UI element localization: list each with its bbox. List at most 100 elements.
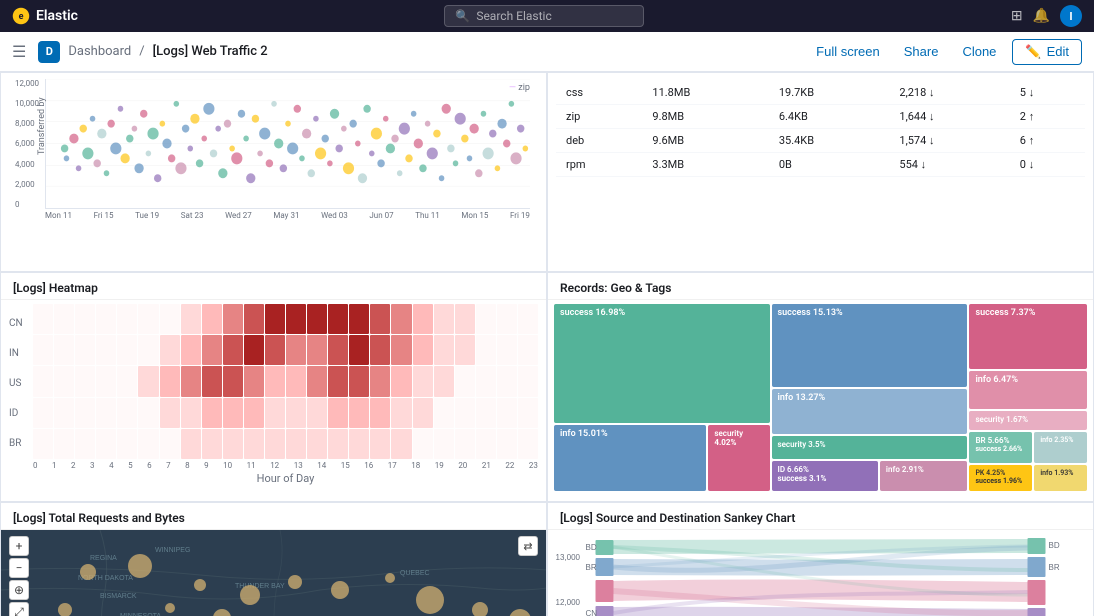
heatmap-cell[interactable]: [33, 304, 53, 334]
heatmap-cell[interactable]: [286, 335, 306, 365]
heatmap-cell[interactable]: [328, 304, 348, 334]
heatmap-cell[interactable]: [307, 304, 327, 334]
treemap-in-info[interactable]: info 13.27%: [772, 389, 968, 434]
heatmap-cell[interactable]: [434, 335, 454, 365]
heatmap-cell[interactable]: [328, 398, 348, 428]
heatmap-cell[interactable]: [33, 335, 53, 365]
heatmap-cell[interactable]: [286, 366, 306, 396]
heatmap-cell[interactable]: [33, 366, 53, 396]
heatmap-cell[interactable]: [223, 335, 243, 365]
heatmap-cell[interactable]: [96, 304, 116, 334]
heatmap-cell[interactable]: [244, 398, 264, 428]
heatmap-cell[interactable]: [455, 398, 475, 428]
heatmap-cell[interactable]: [476, 335, 496, 365]
heatmap-cell[interactable]: [265, 335, 285, 365]
map-fullscreen[interactable]: ⤢: [9, 602, 29, 616]
heatmap-cell[interactable]: [54, 429, 74, 459]
heatmap-cell[interactable]: [413, 429, 433, 459]
heatmap-cell[interactable]: [518, 429, 538, 459]
heatmap-cell[interactable]: [138, 398, 158, 428]
heatmap-cell[interactable]: [75, 304, 95, 334]
heatmap-cell[interactable]: [518, 398, 538, 428]
heatmap-cell[interactable]: [117, 366, 137, 396]
heatmap-cell[interactable]: [181, 335, 201, 365]
heatmap-cell[interactable]: [476, 304, 496, 334]
heatmap-cell[interactable]: [391, 398, 411, 428]
heatmap-cell[interactable]: [160, 304, 180, 334]
heatmap-cell[interactable]: [160, 398, 180, 428]
grid-icon[interactable]: ⊞: [1011, 8, 1023, 24]
heatmap-cell[interactable]: [223, 429, 243, 459]
heatmap-cell[interactable]: [265, 366, 285, 396]
treemap-us-success[interactable]: success 7.37%: [969, 304, 1087, 369]
heatmap-cell[interactable]: [138, 366, 158, 396]
heatmap-cell[interactable]: [96, 398, 116, 428]
treemap-us-security[interactable]: security 1.67%: [969, 411, 1087, 430]
heatmap-cell[interactable]: [160, 366, 180, 396]
heatmap-cell[interactable]: [244, 366, 264, 396]
treemap-id-success[interactable]: ID 6.66% success 3.1%: [772, 461, 878, 491]
heatmap-cell[interactable]: [307, 366, 327, 396]
heatmap-cell[interactable]: [181, 398, 201, 428]
heatmap-cell[interactable]: [307, 398, 327, 428]
heatmap-cell[interactable]: [202, 429, 222, 459]
heatmap-cell[interactable]: [476, 429, 496, 459]
heatmap-cell[interactable]: [265, 429, 285, 459]
treemap-br-success[interactable]: BR 5.66% success 2.66%: [969, 432, 1032, 462]
heatmap-cell[interactable]: [413, 335, 433, 365]
heatmap-cell[interactable]: [54, 366, 74, 396]
map-zoom-reset[interactable]: ⊕: [9, 580, 29, 600]
heatmap-cell[interactable]: [244, 304, 264, 334]
app-logo[interactable]: e Elastic: [12, 7, 78, 25]
heatmap-cell[interactable]: [75, 429, 95, 459]
heatmap-cell[interactable]: [117, 429, 137, 459]
clone-button[interactable]: Clone: [954, 40, 1004, 63]
heatmap-cell[interactable]: [328, 335, 348, 365]
heatmap-cell[interactable]: [138, 304, 158, 334]
heatmap-cell[interactable]: [497, 335, 517, 365]
heatmap-cell[interactable]: [160, 429, 180, 459]
heatmap-cell[interactable]: [117, 398, 137, 428]
heatmap-cell[interactable]: [518, 335, 538, 365]
heatmap-cell[interactable]: [434, 366, 454, 396]
heatmap-cell[interactable]: [202, 366, 222, 396]
heatmap-cell[interactable]: [455, 366, 475, 396]
heatmap-cell[interactable]: [413, 366, 433, 396]
map-zoom-out[interactable]: −: [9, 558, 29, 578]
heatmap-cell[interactable]: [202, 335, 222, 365]
heatmap-cell[interactable]: [223, 304, 243, 334]
heatmap-cell[interactable]: [33, 398, 53, 428]
treemap-in-success[interactable]: success 15.13%: [772, 304, 968, 387]
heatmap-cell[interactable]: [434, 398, 454, 428]
heatmap-cell[interactable]: [96, 335, 116, 365]
edit-button[interactable]: ✏️ Edit: [1012, 39, 1082, 65]
treemap-cn-info[interactable]: info 15.01%: [554, 425, 706, 491]
heatmap-cell[interactable]: [497, 398, 517, 428]
heatmap-cell[interactable]: [413, 398, 433, 428]
user-avatar[interactable]: I: [1060, 5, 1082, 27]
heatmap-cell[interactable]: [349, 398, 369, 428]
heatmap-cell[interactable]: [518, 304, 538, 334]
heatmap-cell[interactable]: [349, 304, 369, 334]
heatmap-cell[interactable]: [370, 335, 390, 365]
heatmap-cell[interactable]: [202, 398, 222, 428]
heatmap-cell[interactable]: [349, 366, 369, 396]
heatmap-cell[interactable]: [370, 304, 390, 334]
treemap-in-security[interactable]: security 3.5%: [772, 436, 968, 459]
heatmap-cell[interactable]: [370, 429, 390, 459]
map-export[interactable]: ⇄: [518, 536, 538, 556]
treemap-br-info[interactable]: info 2.35%: [1034, 432, 1087, 462]
heatmap-cell[interactable]: [497, 366, 517, 396]
heatmap-cell[interactable]: [75, 398, 95, 428]
heatmap-cell[interactable]: [370, 398, 390, 428]
heatmap-cell[interactable]: [286, 398, 306, 428]
heatmap-cell[interactable]: [160, 335, 180, 365]
heatmap-cell[interactable]: [244, 429, 264, 459]
heatmap-cell[interactable]: [349, 429, 369, 459]
heatmap-cell[interactable]: [181, 429, 201, 459]
heatmap-cell[interactable]: [370, 366, 390, 396]
heatmap-cell[interactable]: [391, 304, 411, 334]
heatmap-cell[interactable]: [434, 429, 454, 459]
heatmap-cell[interactable]: [54, 398, 74, 428]
heatmap-cell[interactable]: [117, 335, 137, 365]
